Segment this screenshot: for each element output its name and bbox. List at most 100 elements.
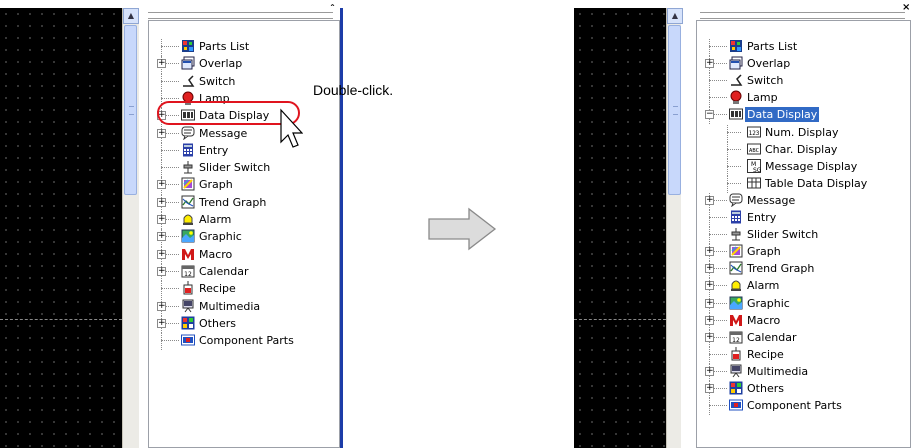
tree-item-label: Table Data Display (765, 176, 868, 190)
left-tree-item-message[interactable]: + Message (149, 126, 339, 141)
tree-item-label: Parts List (199, 40, 250, 53)
left-tree-item-switch[interactable]: Switch (149, 74, 339, 89)
right-tree-item-message[interactable]: + Message (697, 193, 910, 208)
data-display-icon (729, 107, 743, 121)
scroll-thumb[interactable] (124, 25, 137, 195)
parts-list-icon (729, 39, 743, 53)
left-tree-title-bar[interactable] (148, 12, 333, 19)
expand-toggle-icon[interactable]: + (157, 59, 166, 69)
right-tree-item-num-display[interactable]: 123 Num. Display (697, 125, 910, 140)
tree-item-label: Lamp (747, 91, 778, 105)
right-tree-item-macro[interactable]: + Macro (697, 313, 910, 328)
entry-icon (181, 143, 195, 157)
expand-toggle-icon[interactable]: + (157, 232, 166, 242)
right-tree-item-parts-list[interactable]: Parts List (697, 39, 910, 54)
right-tree-item-calendar[interactable]: +12 Calendar (697, 330, 910, 345)
left-tree-item-calendar[interactable]: +12 Calendar (149, 264, 339, 279)
left-tree-item-macro[interactable]: + Macro (149, 247, 339, 262)
left-close-icon[interactable]: ˆ (330, 4, 335, 15)
right-tree-item-overlap[interactable]: + Overlap (697, 56, 910, 71)
right-tree-item-slider-switch[interactable]: Slider Switch (697, 227, 910, 242)
expand-toggle-icon[interactable]: + (157, 301, 166, 311)
macro-icon (729, 313, 743, 327)
left-tree-item-parts-list[interactable]: Parts List (149, 39, 339, 54)
right-tree-item-message-display[interactable]: M SG Message Display (697, 158, 910, 174)
multimedia-icon (181, 299, 195, 313)
expand-toggle-icon[interactable]: + (705, 332, 714, 342)
right-tree-item-alarm[interactable]: + Alarm (697, 278, 910, 293)
expand-toggle-icon[interactable]: + (705, 315, 714, 325)
expand-toggle-icon[interactable]: + (157, 128, 166, 138)
switch-icon (181, 74, 195, 88)
expand-toggle-icon[interactable]: + (705, 384, 714, 393)
scroll-thumb[interactable] (668, 25, 681, 195)
expand-toggle-icon[interactable]: + (705, 195, 714, 205)
right-tree-item-switch[interactable]: Switch (697, 73, 910, 88)
left-scrollbar[interactable]: ▲ (122, 8, 139, 448)
tree-item-label: Others (199, 316, 236, 330)
right-tree-item-char-display[interactable]: ABC Char. Display (697, 142, 910, 157)
right-tree-title-bar[interactable] (700, 12, 905, 19)
left-tree-item-slider-switch[interactable]: Slider Switch (149, 160, 339, 175)
tree-item-label: Message (747, 193, 796, 207)
message-icon (181, 126, 195, 140)
scroll-up-icon[interactable]: ▲ (667, 8, 683, 24)
expand-toggle-icon[interactable]: + (705, 247, 714, 257)
expand-toggle-icon[interactable]: + (157, 215, 166, 224)
table-data-display-icon (747, 176, 761, 190)
graph-icon (181, 177, 195, 191)
right-tree-item-table-data-display[interactable]: Table Data Display (697, 176, 910, 191)
expand-toggle-icon[interactable]: + (705, 281, 714, 291)
right-tree-item-graphic[interactable]: + Graphic (697, 296, 910, 311)
right-close-icon[interactable]: × (902, 2, 910, 13)
right-tree-item-component-parts[interactable]: Component Parts (697, 398, 910, 413)
expand-toggle-icon[interactable]: + (705, 264, 714, 274)
expand-toggle-icon[interactable]: + (705, 59, 714, 69)
left-tree-item-recipe[interactable]: Recipe (149, 281, 339, 296)
left-tree-item-graphic[interactable]: + Graphic (149, 229, 339, 244)
tree-item-label: Alarm (199, 213, 232, 226)
tree-item-label: Num. Display (765, 125, 839, 139)
right-drawing-canvas[interactable] (574, 8, 666, 448)
svg-text:123: 123 (749, 130, 760, 137)
tree-item-label: Parts List (747, 40, 798, 53)
left-tree-item-trend-graph[interactable]: + Trend Graph (149, 195, 339, 210)
left-tree-item-overlap[interactable]: + Overlap (149, 56, 339, 71)
right-tree-item-data-display[interactable]: − Data Display (697, 107, 910, 123)
tree-item-label: Switch (747, 74, 784, 88)
collapse-toggle-icon[interactable]: − (705, 110, 714, 120)
calendar-icon: 12 (729, 330, 743, 344)
right-tree-item-trend-graph[interactable]: + Trend Graph (697, 261, 910, 276)
calendar-icon: 12 (181, 264, 195, 278)
parts-list-icon (181, 39, 195, 53)
expand-toggle-icon[interactable]: + (705, 298, 714, 308)
left-tree-item-component-parts[interactable]: Component Parts (149, 333, 339, 348)
expand-toggle-icon[interactable]: + (157, 180, 166, 190)
right-tree-item-others[interactable]: + Others (697, 381, 910, 396)
scroll-up-icon[interactable]: ▲ (123, 8, 139, 24)
expand-toggle-icon[interactable]: + (157, 249, 166, 259)
expand-toggle-icon[interactable]: + (157, 197, 166, 207)
expand-toggle-icon[interactable]: + (705, 366, 714, 376)
right-tree-item-entry[interactable]: Entry (697, 210, 910, 225)
left-drawing-canvas[interactable] (0, 8, 122, 448)
tree-item-label: Calendar (199, 264, 249, 278)
tree-item-label: Trend Graph (199, 195, 267, 209)
overlap-icon (729, 56, 743, 70)
right-tree-item-multimedia[interactable]: + Multimedia (697, 364, 910, 379)
tree-item-label: Graph (747, 245, 781, 259)
expand-toggle-icon[interactable]: + (157, 318, 166, 328)
left-tree-item-multimedia[interactable]: + Multimedia (149, 299, 339, 314)
expand-toggle-icon[interactable]: + (157, 266, 166, 276)
right-tree-item-recipe[interactable]: Recipe (697, 346, 910, 362)
right-tree-item-lamp[interactable]: Lamp (697, 90, 910, 105)
left-tree-item-graph[interactable]: + Graph (149, 177, 339, 192)
right-tree-item-graph[interactable]: + Graph (697, 244, 910, 259)
tree-item-label: Multimedia (199, 299, 261, 313)
left-tree-item-others[interactable]: + Others (149, 316, 339, 331)
left-tree-item-entry[interactable]: Entry (149, 143, 339, 158)
graphic-icon (729, 296, 743, 310)
right-screen: ▲ × Parts List + Overlap Switch Lamp − Data Di… (574, 0, 911, 448)
right-scrollbar[interactable]: ▲ (666, 8, 683, 448)
left-tree-item-alarm[interactable]: + Alarm (149, 212, 339, 227)
